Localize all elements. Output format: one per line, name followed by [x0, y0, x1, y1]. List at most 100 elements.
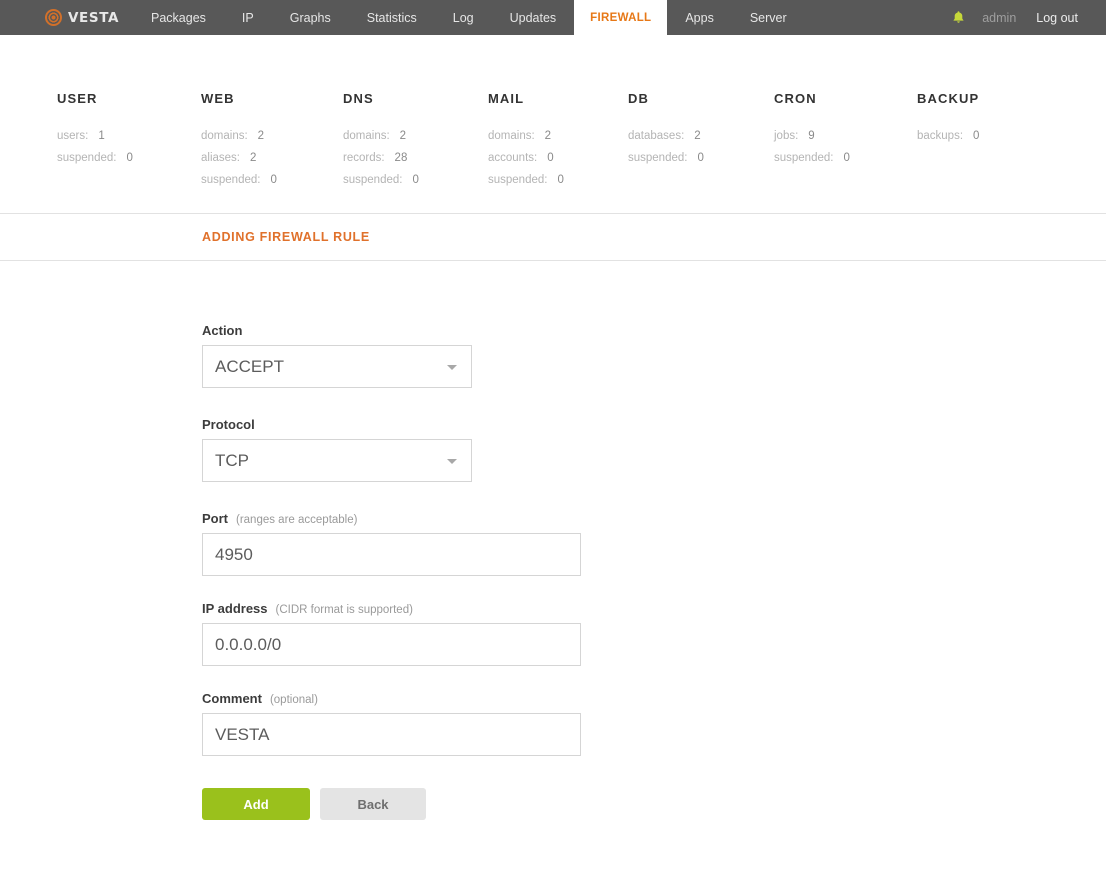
stats-value: 2: [250, 152, 257, 164]
stats-value: 2: [257, 130, 265, 142]
stats-key: accounts:: [488, 152, 538, 164]
stats-key: jobs:: [774, 130, 799, 142]
nav-item-graphs[interactable]: Graphs: [272, 0, 349, 35]
page-title: ADDING FIREWALL RULE: [202, 230, 370, 244]
nav-item-ip[interactable]: IP: [224, 0, 272, 35]
stats-row: domains: 2: [343, 125, 419, 147]
current-user-label: admin: [982, 10, 1017, 25]
stats-value: 0: [126, 152, 133, 164]
stats-value: 1: [98, 130, 105, 142]
stats-key: suspended:: [774, 152, 834, 164]
stats-key: databases:: [628, 130, 685, 142]
stats-column-backup: BACKUP backups: 0: [917, 91, 979, 147]
stats-key: domains:: [343, 130, 390, 142]
stats-value: 0: [973, 130, 980, 142]
stats-row: jobs: 9: [774, 125, 850, 147]
stats-row: users: 1: [57, 125, 133, 147]
stats-value: 9: [808, 130, 815, 142]
nav-item-log[interactable]: Log: [435, 0, 492, 35]
nav-item-statistics[interactable]: Statistics: [349, 0, 435, 35]
back-button[interactable]: Back: [320, 788, 426, 820]
field-comment: Comment (optional): [202, 691, 1106, 756]
stats-row: domains: 2: [201, 125, 277, 147]
stats-column-title: DB: [628, 91, 649, 106]
comment-hint: (optional): [269, 694, 318, 706]
nav-item-updates[interactable]: Updates: [492, 0, 575, 35]
nav-item-packages[interactable]: Packages: [133, 0, 224, 35]
comment-label-text: Comment: [202, 691, 262, 706]
vesta-logo-icon: [45, 9, 62, 26]
field-port: Port (ranges are acceptable): [202, 511, 1106, 576]
ip-address-label: IP address (CIDR format is supported): [202, 601, 1106, 616]
protocol-selected-value: TCP: [215, 450, 249, 470]
stats-row: aliases: 2: [201, 147, 277, 169]
ip-address-label-text: IP address: [202, 601, 268, 616]
stats-row: suspended: 0: [488, 169, 564, 191]
logout-link[interactable]: Log out: [1036, 11, 1078, 25]
nav-item-firewall[interactable]: FIREWALL: [574, 0, 668, 35]
add-button[interactable]: Add: [202, 788, 310, 820]
brand-logo-link[interactable]: VESTA: [45, 0, 133, 35]
brand-name: VESTA: [68, 9, 120, 26]
stats-column-db: DB databases: 2 suspended: 0: [628, 91, 704, 169]
form-actions: Add Back: [202, 788, 1106, 820]
stats-row: databases: 2: [628, 125, 704, 147]
stats-column-title: BACKUP: [917, 91, 980, 106]
nav-user-group: admin Log out: [948, 0, 1088, 35]
stats-column-web: WEB domains: 2 aliases: 2 suspended: 0: [201, 91, 277, 191]
stats-key: backups:: [917, 130, 964, 142]
stats-column-user: USER users: 1 suspended: 0: [57, 91, 133, 169]
stats-key: suspended:: [57, 152, 117, 164]
port-hint: (ranges are acceptable): [236, 514, 358, 526]
stats-key: suspended:: [488, 174, 548, 186]
stats-column-dns: DNS domains: 2 records: 28 suspended: 0: [343, 91, 419, 191]
stats-value: 0: [843, 152, 850, 164]
action-label: Action: [202, 323, 1106, 338]
action-selected-value: ACCEPT: [215, 356, 284, 376]
port-label-text: Port: [202, 511, 228, 526]
stats-key: records:: [343, 152, 385, 164]
stats-key: domains:: [488, 130, 535, 142]
port-input[interactable]: [202, 533, 581, 576]
stats-value: 0: [547, 152, 554, 164]
field-action: Action ACCEPT: [202, 323, 1106, 388]
stats-key: suspended:: [628, 152, 688, 164]
stats-key: aliases:: [201, 152, 240, 164]
stats-value: 0: [697, 152, 704, 164]
stats-row: suspended: 0: [57, 147, 133, 169]
stats-row: suspended: 0: [628, 147, 704, 169]
comment-label: Comment (optional): [202, 691, 1106, 706]
stats-value: 28: [394, 152, 408, 164]
stats-row: suspended: 0: [201, 169, 277, 191]
stats-key: domains:: [201, 130, 248, 142]
nav-item-apps[interactable]: Apps: [667, 0, 732, 35]
protocol-label: Protocol: [202, 417, 1106, 432]
stats-row: backups: 0: [917, 125, 979, 147]
ip-address-input[interactable]: [202, 623, 581, 666]
stats-row: suspended: 0: [343, 169, 419, 191]
stats-value: 0: [412, 174, 419, 186]
protocol-select[interactable]: TCP: [202, 439, 472, 482]
stats-row: accounts: 0: [488, 147, 564, 169]
action-label-text: Action: [202, 323, 243, 338]
stats-key: users:: [57, 130, 89, 142]
stats-column-mail: MAIL domains: 2 accounts: 0 suspended: 0: [488, 91, 564, 191]
notification-bell-icon[interactable]: [948, 8, 968, 28]
comment-input[interactable]: [202, 713, 581, 756]
field-ip-address: IP address (CIDR format is supported): [202, 601, 1106, 666]
protocol-label-text: Protocol: [202, 417, 255, 432]
stats-column-title: CRON: [774, 91, 817, 106]
stats-value: 0: [270, 174, 277, 186]
stats-column-title: MAIL: [488, 91, 525, 106]
action-select[interactable]: ACCEPT: [202, 345, 472, 388]
stats-value: 2: [399, 130, 407, 142]
firewall-rule-form: Action ACCEPT Protocol TCP Port (ranges …: [0, 261, 1106, 820]
stats-value: 2: [544, 130, 552, 142]
stats-column-cron: CRON jobs: 9 suspended: 0: [774, 91, 850, 169]
stats-key: suspended:: [343, 174, 403, 186]
nav-item-server[interactable]: Server: [732, 0, 805, 35]
page-title-bar: ADDING FIREWALL RULE: [0, 214, 1106, 261]
ip-address-hint: (CIDR format is supported): [275, 604, 413, 616]
chevron-down-icon: [447, 458, 457, 464]
stats-row: records: 28: [343, 147, 419, 169]
